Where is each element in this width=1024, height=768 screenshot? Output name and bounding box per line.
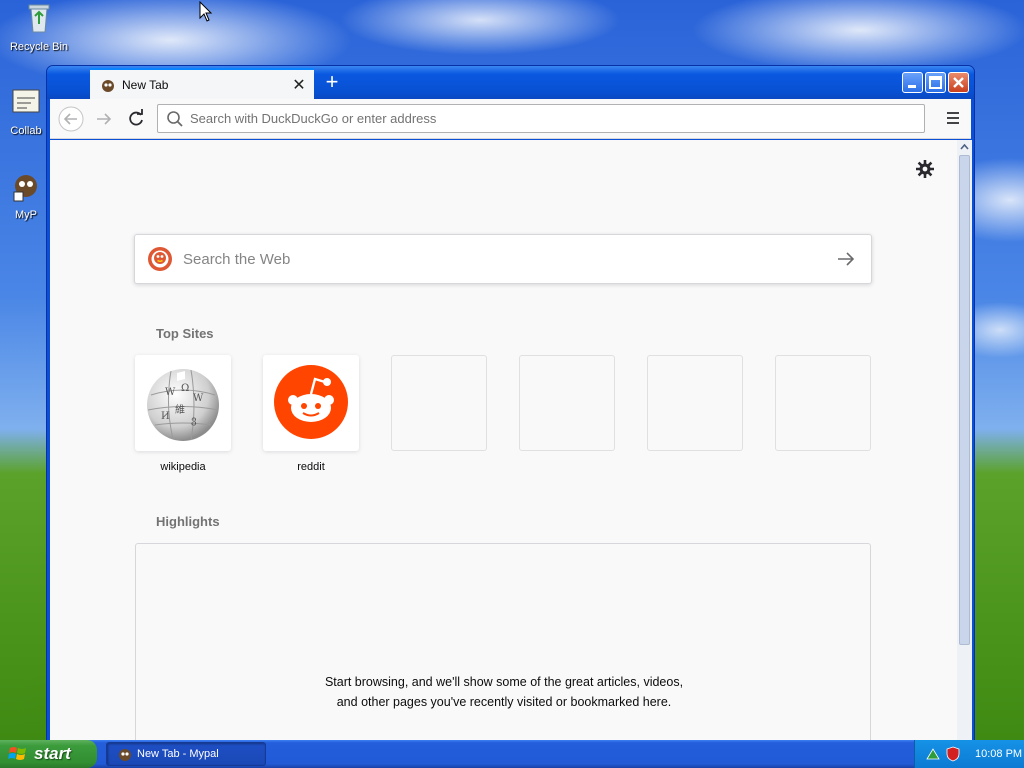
- hamburger-menu-icon: [947, 112, 959, 124]
- maximize-button[interactable]: [925, 72, 946, 93]
- minimize-button[interactable]: [902, 72, 923, 93]
- duckduckgo-logo-icon: [148, 247, 172, 271]
- top-site-tile-wikipedia[interactable]: WΩW 維Иვ: [135, 355, 231, 451]
- highlights-heading: Highlights: [156, 514, 220, 529]
- svg-text:W: W: [193, 393, 204, 404]
- svg-text:W: W: [165, 387, 176, 398]
- top-site-label: wikipedia: [160, 461, 206, 473]
- taskbar-item-mypal[interactable]: New Tab - Mypal: [106, 742, 266, 766]
- top-site-label: reddit: [297, 461, 325, 473]
- top-site-tile-reddit[interactable]: [263, 355, 359, 451]
- address-input[interactable]: [184, 111, 924, 126]
- scrollbar-thumb[interactable]: [959, 155, 970, 645]
- new-tab-page: Top Sites WΩW 維Иვ: [50, 140, 957, 742]
- reload-button[interactable]: [123, 106, 149, 132]
- recycle-bin-icon: [28, 4, 50, 33]
- network-tray-icon[interactable]: [925, 746, 941, 762]
- mouse-cursor-icon: [199, 1, 213, 22]
- new-tab-button[interactable]: +: [321, 69, 343, 95]
- maximize-icon: [929, 76, 942, 89]
- start-button[interactable]: start: [0, 740, 97, 768]
- search-icon: [167, 110, 183, 127]
- collab-icon: [12, 89, 40, 113]
- highlights-empty-state: Start browsing, and we'll show some of t…: [135, 543, 871, 742]
- tab-new-tab[interactable]: New Tab ✕: [90, 68, 314, 99]
- scroll-up-arrow-icon[interactable]: [957, 140, 972, 154]
- back-arrow-icon: [58, 106, 84, 132]
- desktop-icon-recycle-bin[interactable]: Recycle Bin: [0, 2, 78, 53]
- top-site-tile-empty[interactable]: [775, 355, 871, 451]
- clock: 10:08 PM: [975, 748, 1023, 760]
- vertical-scrollbar[interactable]: [957, 140, 972, 742]
- title-bar: New Tab ✕ +: [47, 66, 974, 99]
- address-bar[interactable]: [157, 104, 925, 133]
- menu-button[interactable]: [942, 107, 964, 129]
- tab-close-icon[interactable]: ✕: [288, 75, 310, 95]
- svg-text:ვ: ვ: [191, 415, 197, 426]
- forward-button[interactable]: [91, 106, 117, 132]
- minimize-icon: [908, 85, 916, 88]
- mypal-taskbar-icon: [119, 749, 131, 761]
- top-sites-heading: Top Sites: [156, 326, 214, 341]
- reload-icon: [129, 109, 143, 126]
- system-tray: 10:08 PM: [914, 740, 1024, 768]
- svg-text:И: И: [161, 411, 170, 422]
- browser-window: New Tab ✕ + Search with DuckDuckGo or en…: [46, 65, 975, 742]
- gear-icon: [916, 160, 934, 178]
- forward-arrow-icon: [97, 113, 112, 125]
- top-site-tile-empty[interactable]: [647, 355, 743, 451]
- reddit-alien-icon: [274, 365, 348, 439]
- start-label: start: [34, 744, 71, 763]
- svg-text:維: 維: [175, 403, 185, 416]
- back-button[interactable]: [58, 106, 84, 132]
- close-window-button[interactable]: [948, 72, 969, 93]
- close-icon: [953, 77, 964, 88]
- web-search-box[interactable]: [134, 234, 872, 284]
- highlights-message: Start browsing, and we'll show some of t…: [324, 675, 684, 709]
- mypal-favicon-icon: [102, 79, 114, 92]
- wikipedia-globe-icon: W ΩW 維И ვ: [147, 369, 219, 441]
- windows-logo-icon: [8, 747, 26, 760]
- top-site-tile-empty[interactable]: [391, 355, 487, 451]
- navigation-toolbar: [50, 99, 971, 139]
- top-site-tile-empty[interactable]: [519, 355, 615, 451]
- taskbar: start New Tab - Mypal 10:08 PM: [0, 740, 1024, 768]
- svg-text:Ω: Ω: [181, 383, 189, 394]
- search-submit-arrow-icon[interactable]: [835, 248, 857, 270]
- security-shield-icon[interactable]: [945, 746, 961, 762]
- mypal-icon: [13, 175, 37, 202]
- desktop-icon-label: Recycle Bin: [9, 41, 69, 53]
- tab-title: New Tab: [122, 77, 169, 92]
- customize-button[interactable]: [914, 158, 936, 180]
- web-search-input[interactable]: [173, 250, 835, 268]
- taskbar-item-label: New Tab - Mypal: [137, 748, 219, 760]
